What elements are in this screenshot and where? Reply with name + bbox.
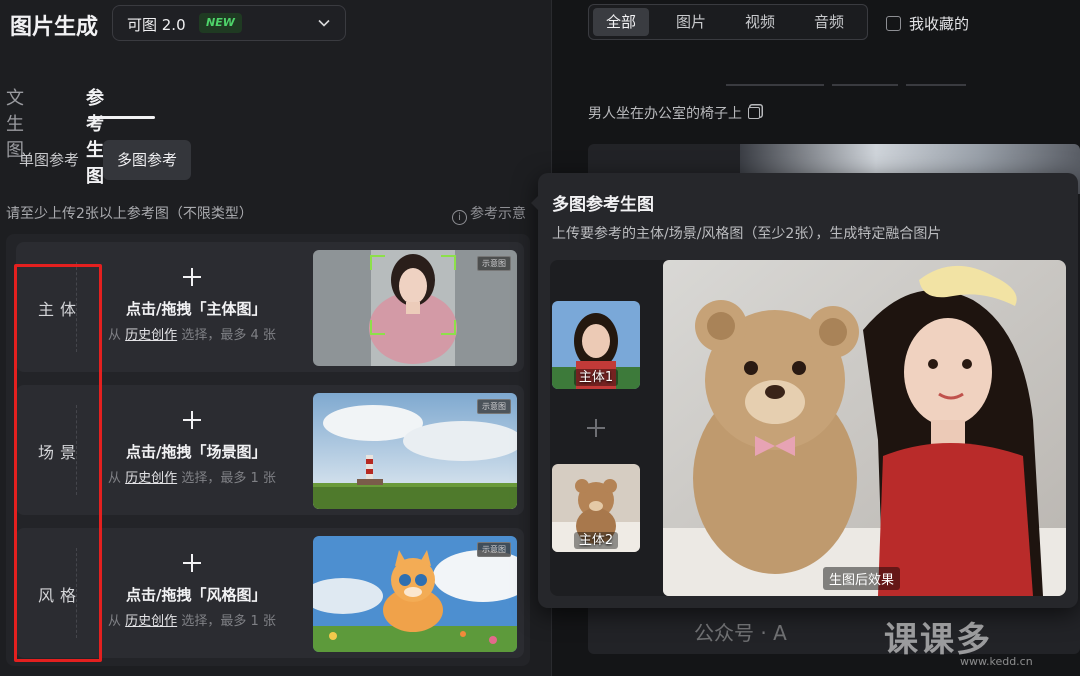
history-link[interactable]: 历史创作 xyxy=(125,471,177,486)
top-bar: 图片生成 可图 2.0 NEW xyxy=(0,0,552,52)
plus-icon xyxy=(181,266,203,288)
watermark-brand: 课课多 xyxy=(884,620,992,660)
example-subject-2: 主体2 xyxy=(552,464,640,552)
demo-tag: 示意图 xyxy=(477,542,511,557)
mode-multi-reference[interactable]: 多图参考 xyxy=(103,140,192,180)
upload-limit: 选择，最多 1 张 xyxy=(181,614,276,629)
filter-videos[interactable]: 视频 xyxy=(732,8,788,36)
plus-icon xyxy=(586,418,606,438)
copy-icon[interactable] xyxy=(748,107,760,119)
plus-icon xyxy=(181,552,203,574)
favorites-filter[interactable]: 我收藏的 xyxy=(886,13,969,34)
chevron-down-icon xyxy=(318,19,330,27)
example-subject-1: 主体1 xyxy=(552,301,640,389)
watermark-text: 公众号 · A xyxy=(694,621,787,645)
demo-tag: 示意图 xyxy=(477,256,511,271)
demo-tag: 示意图 xyxy=(477,399,511,414)
result-prompt-text: 男人坐在办公室的椅子上 xyxy=(588,106,742,122)
upload-title-scene: 点击/拖拽「场景图」 xyxy=(126,443,267,461)
left-panel: 图片生成 可图 2.0 NEW 文生图 参考生图 单图参考 多图参考 请至少上传… xyxy=(0,0,552,676)
history-link[interactable]: 历史创作 xyxy=(125,614,177,629)
new-badge: NEW xyxy=(199,13,242,33)
strip xyxy=(906,84,966,86)
page-title: 图片生成 xyxy=(10,15,99,40)
history-link[interactable]: 历史创作 xyxy=(125,328,177,343)
reference-demo-link[interactable]: i 参考示意 xyxy=(452,203,526,225)
upload-from: 从 xyxy=(108,328,122,343)
mode-single-reference[interactable]: 单图参考 xyxy=(5,140,93,180)
filter-images[interactable]: 图片 xyxy=(663,8,719,36)
upload-from: 从 xyxy=(108,471,122,486)
popup-arrow xyxy=(531,195,539,211)
media-filter: 全部 图片 视频 音频 xyxy=(588,4,868,40)
plus-icon xyxy=(181,409,203,431)
upload-sub-scene: 从 历史创作 选择，最多 1 张 xyxy=(108,467,276,486)
strip xyxy=(726,84,824,86)
upload-hint: 请至少上传2张以上参考图（不限类型） xyxy=(6,206,253,222)
strip xyxy=(832,84,898,86)
subject-1-label: 主体1 xyxy=(573,369,619,386)
info-icon: i xyxy=(452,210,467,225)
upload-title-style: 点击/拖拽「风格图」 xyxy=(126,586,267,604)
reference-demo-label: 参考示意 xyxy=(470,206,526,222)
multi-reference-popup: 多图参考生图 上传要参考的主体/场景/风格图（至少2张），生成特定融合图片 主体… xyxy=(531,173,1078,608)
result-label: 生图后效果 xyxy=(823,567,901,590)
demo-image-style: 示意图 xyxy=(313,536,517,652)
example-result-image: 生图后效果 xyxy=(663,260,1066,596)
upload-from: 从 xyxy=(108,614,122,629)
result-prompt: 男人坐在办公室的椅子上 xyxy=(588,103,760,123)
filter-audio[interactable]: 音频 xyxy=(801,8,857,36)
model-name: 可图 2.0 xyxy=(127,16,186,34)
active-tab-indicator xyxy=(88,116,155,119)
upload-limit: 选择，最多 1 张 xyxy=(181,471,276,486)
favorites-checkbox[interactable] xyxy=(886,16,901,31)
popup-description: 上传要参考的主体/场景/风格图（至少2张），生成特定融合图片 xyxy=(552,226,942,242)
upload-limit: 选择，最多 4 张 xyxy=(181,328,276,343)
filter-all[interactable]: 全部 xyxy=(593,8,650,36)
upload-sub-subject: 从 历史创作 选择，最多 4 张 xyxy=(108,324,276,343)
watermark-url: www.kedd.cn xyxy=(960,655,1033,668)
highlight-annotation xyxy=(14,264,102,662)
subject-2-label: 主体2 xyxy=(573,532,619,549)
demo-image-scene: 示意图 xyxy=(313,393,517,509)
model-select[interactable]: 可图 2.0 NEW xyxy=(112,5,346,41)
upload-sub-style: 从 历史创作 选择，最多 1 张 xyxy=(108,610,276,629)
favorites-label: 我收藏的 xyxy=(909,15,970,33)
popup-title: 多图参考生图 xyxy=(552,195,654,215)
demo-image-subject: 示意图 xyxy=(313,250,517,366)
popup-example: 主体1 主体2 生图后效果 xyxy=(550,260,1066,596)
upload-title-subject: 点击/拖拽「主体图」 xyxy=(126,300,267,318)
